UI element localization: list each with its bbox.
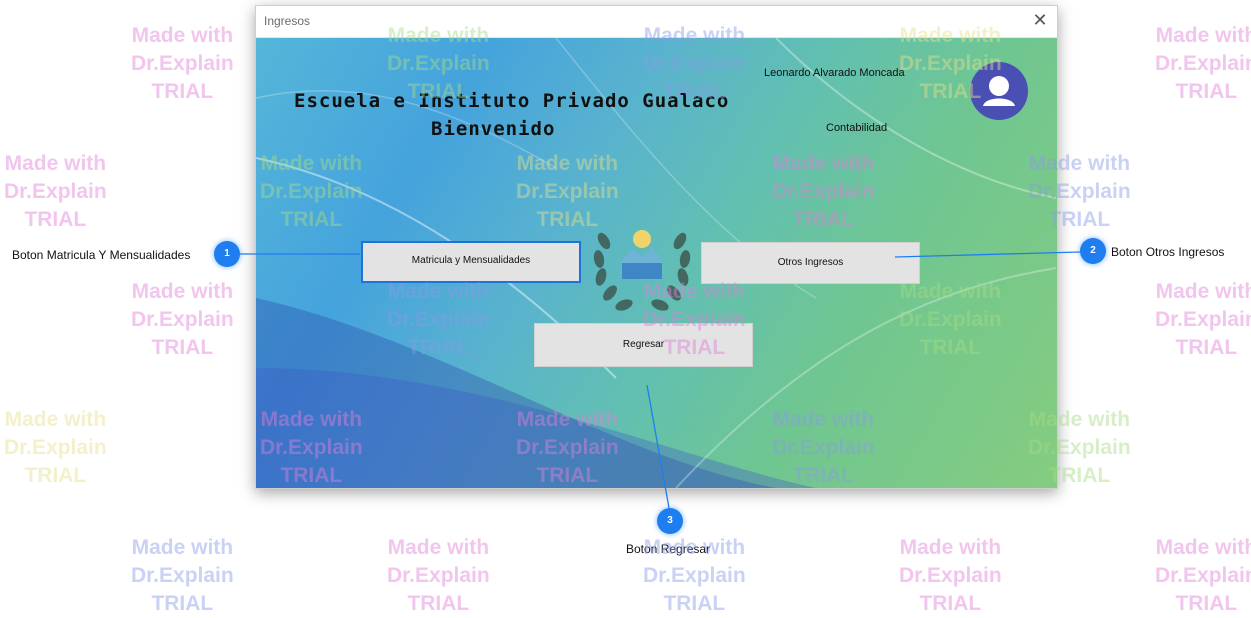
school-title: Escuela e Instituto Privado Gualaco <box>294 90 730 112</box>
watermark: Made with Dr.Explain TRIAL <box>387 536 490 615</box>
window-title: Ingresos <box>264 14 311 28</box>
callout-label-2: Boton Otros Ingresos <box>1111 245 1225 259</box>
callout-marker-2: 2 <box>1080 238 1106 264</box>
school-crest-logo <box>593 230 691 311</box>
callout-marker-1: 1 <box>214 241 240 267</box>
callout-label-3: Boton Regresar <box>626 542 711 556</box>
watermark: Made with Dr.Explain TRIAL <box>1155 24 1251 103</box>
welcome-text: Bienvenido <box>431 118 556 140</box>
user-name: Leonardo Alvarado Moncada <box>764 67 905 79</box>
callout-marker-3: 3 <box>657 508 683 534</box>
callout-label-1: Boton Matricula Y Mensualidades <box>12 248 191 262</box>
watermark: Made with Dr.Explain TRIAL <box>4 152 107 231</box>
watermark: Made with Dr.Explain TRIAL <box>899 536 1002 615</box>
regresar-button[interactable]: Regresar <box>534 323 753 367</box>
otros-ingresos-button[interactable]: Otros Ingresos <box>701 242 920 284</box>
ingresos-window: Ingresos ✕ Escuela e Instituto Privado G… <box>255 5 1058 489</box>
watermark: Made with Dr.Explain TRIAL <box>131 536 234 615</box>
matricula-mensualidades-button[interactable]: Matricula y Mensualidades <box>361 241 581 283</box>
user-icon <box>970 62 1028 120</box>
watermark: Made with Dr.Explain TRIAL <box>1155 536 1251 615</box>
close-icon[interactable]: ✕ <box>1023 6 1057 37</box>
title-bar: Ingresos ✕ <box>256 6 1057 38</box>
form-client-area: Escuela e Instituto Privado Gualaco Bien… <box>256 38 1057 488</box>
watermark: Made with Dr.Explain TRIAL <box>131 24 234 103</box>
avatar-glyph <box>983 76 1015 106</box>
watermark: Made with Dr.Explain TRIAL <box>131 280 234 359</box>
user-role: Contabilidad <box>826 122 888 134</box>
watermark: Made with Dr.Explain TRIAL <box>1155 280 1251 359</box>
watermark: Made with Dr.Explain TRIAL <box>4 408 107 487</box>
